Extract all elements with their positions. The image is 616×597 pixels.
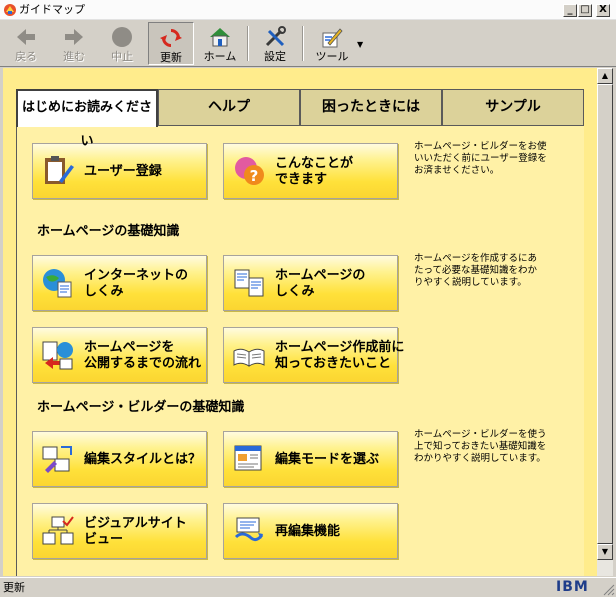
intro-description: ホームページ・ビルダーをお使 いいただく前にユーザー登録を お済ませください。: [414, 141, 547, 176]
window-title: ガイドマップ: [19, 3, 85, 16]
features-button[interactable]: ? こんなことが できます: [223, 143, 398, 199]
builder-basics-heading: ホームページ・ビルダーの基礎知識: [37, 400, 245, 415]
editing-style-button[interactable]: 編集スタイルとは？: [32, 431, 207, 487]
wrench-screwdriver-icon: [265, 26, 286, 47]
tab-bar: はじめにお読みください ヘルプ 困ったときには サンプル: [16, 89, 584, 149]
refresh-icon: [160, 29, 182, 47]
internet-mechanism-label: インターネットの しくみ: [84, 268, 189, 299]
user-registration-label: ユーザー登録: [84, 164, 162, 179]
homepage-mechanism-button[interactable]: ホームページの しくみ: [223, 255, 398, 311]
maximize-button[interactable]: □: [578, 4, 592, 17]
builder-description: ホームページ・ビルダーを使う 上で知っておきたい基礎知識を わかりやすく説明して…: [414, 429, 547, 464]
visual-site-view-button[interactable]: ビジュアルサイト ビュー: [32, 503, 207, 559]
stop-label: 中止: [111, 50, 133, 63]
re-editing-button[interactable]: 再編集機能: [223, 503, 398, 559]
internet-mechanism-button[interactable]: インターネットの しくみ: [32, 255, 207, 311]
scroll-thumb[interactable]: [597, 84, 613, 544]
tools-pencil-icon: [322, 28, 343, 48]
edit-style-icon: [42, 446, 72, 473]
scroll-up-arrow-icon[interactable]: ▲: [597, 68, 613, 84]
stop-button[interactable]: 中止: [100, 22, 144, 65]
globe-publish-icon: [42, 341, 73, 370]
toolbar: 戻る 進む 中止 更新 ホーム 設定 ツール ▼: [0, 20, 616, 67]
forward-label: 進む: [63, 50, 85, 63]
close-button[interactable]: X: [596, 4, 610, 17]
refresh-button[interactable]: 更新: [148, 22, 194, 65]
status-bar: 更新 IBM: [0, 577, 616, 597]
tab-read-first[interactable]: はじめにお読みください: [16, 89, 158, 149]
toolbar-separator: [247, 26, 249, 61]
forward-arrow-icon: [65, 29, 83, 45]
title-bar: ガイドマップ _ □ X: [0, 0, 616, 20]
publish-flow-label: ホームページを 公開するまでの流れ: [84, 340, 202, 371]
stop-circle-icon: [112, 27, 132, 47]
forward-button[interactable]: 進む: [52, 22, 96, 65]
tools-label: ツール: [315, 50, 349, 63]
edit-mode-icon: [234, 445, 262, 471]
minimize-button[interactable]: _: [563, 4, 577, 17]
toolbar-separator: [302, 26, 304, 61]
basics-description: ホームページを作成するにあ たって必要な基礎知識をわか りやすく説明しています。: [414, 253, 538, 288]
tools-button[interactable]: ツール: [308, 22, 356, 65]
globe-document-icon: [43, 269, 72, 298]
resize-grip-icon[interactable]: [603, 584, 615, 596]
question-globe-icon: ?: [235, 157, 264, 185]
editing-style-label: 編集スタイルとは？: [84, 452, 202, 467]
before-creating-label: ホームページ作成前に 知っておきたいこと: [275, 340, 405, 371]
back-label: 戻る: [15, 50, 37, 63]
app-icon: [4, 4, 16, 16]
refresh-label: 更新: [160, 51, 182, 64]
homepage-mechanism-label: ホームページの しくみ: [275, 268, 366, 299]
editing-mode-label: 編集モードを選ぶ: [275, 452, 380, 467]
site-view-icon: [42, 516, 74, 545]
open-book-icon: [233, 348, 265, 367]
clipboard-pen-icon: [45, 156, 74, 184]
editing-mode-button[interactable]: 編集モードを選ぶ: [223, 431, 398, 487]
re-edit-icon: [234, 517, 264, 542]
tab-help[interactable]: ヘルプ: [158, 89, 300, 125]
ibm-logo: IBM: [556, 579, 589, 595]
scroll-down-arrow-icon[interactable]: ▼: [597, 544, 613, 560]
settings-label: 設定: [264, 50, 286, 63]
homepage-basics-heading: ホームページの基礎知識: [37, 224, 180, 239]
home-button[interactable]: ホーム: [198, 22, 242, 65]
tab-samples[interactable]: サンプル: [442, 89, 584, 125]
publish-flow-button[interactable]: ホームページを 公開するまでの流れ: [32, 327, 207, 383]
features-label: こんなことが できます: [275, 156, 354, 187]
svg-text:?: ?: [250, 167, 259, 185]
home-label: ホーム: [203, 50, 237, 63]
home-icon: [210, 28, 230, 47]
user-registration-button[interactable]: ユーザー登録: [32, 143, 207, 199]
re-editing-label: 再編集機能: [275, 524, 341, 539]
tools-dropdown-icon[interactable]: ▼: [357, 40, 363, 49]
visual-site-view-label: ビジュアルサイト ビュー: [84, 516, 187, 547]
vertical-scrollbar[interactable]: ▲ ▼: [597, 68, 613, 576]
back-arrow-icon: [17, 29, 35, 45]
settings-button[interactable]: 設定: [253, 22, 297, 65]
documents-icon: [234, 269, 264, 297]
before-creating-button[interactable]: ホームページ作成前に 知っておきたいこと: [223, 327, 404, 383]
status-text: 更新: [3, 581, 25, 594]
guide-map-content: はじめにお読みください ヘルプ 困ったときには サンプル ユーザー登録 ? こん…: [3, 68, 597, 576]
back-button[interactable]: 戻る: [4, 22, 48, 65]
tab-troubleshooting[interactable]: 困ったときには: [300, 89, 442, 125]
tab-panel: ユーザー登録 ? こんなことが できます ホームページ・ビルダーをお使 いいただ…: [16, 125, 584, 576]
